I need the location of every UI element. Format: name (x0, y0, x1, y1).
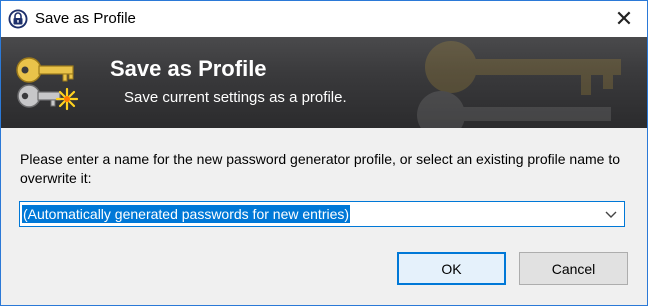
keys-with-star-icon (16, 57, 79, 111)
banner-title: Save as Profile (110, 56, 267, 81)
banner-subtitle: Save current settings as a profile. (124, 89, 347, 106)
profile-name-value[interactable]: (Automatically generated passwords for n… (22, 205, 351, 223)
close-button[interactable]: ✕ (601, 1, 647, 37)
ok-button[interactable]: OK (397, 252, 506, 285)
cancel-button[interactable]: Cancel (519, 252, 628, 285)
title-bar[interactable]: Save as Profile ✕ (1, 1, 647, 37)
save-as-profile-dialog: Save as Profile ✕ Save as Profile Save c… (0, 0, 648, 306)
header-banner: Save as Profile Save current settings as… (1, 37, 647, 128)
keepass-lock-icon (8, 9, 28, 29)
chevron-down-icon[interactable] (604, 207, 618, 221)
instruction-text: Please enter a name for the new password… (20, 151, 620, 186)
keys-watermark-icon (417, 41, 621, 128)
profile-name-combobox[interactable]: (Automatically generated passwords for n… (19, 201, 625, 227)
dialog-content: Please enter a name for the new password… (1, 128, 647, 305)
close-icon: ✕ (614, 6, 634, 31)
window-title: Save as Profile (35, 10, 136, 27)
